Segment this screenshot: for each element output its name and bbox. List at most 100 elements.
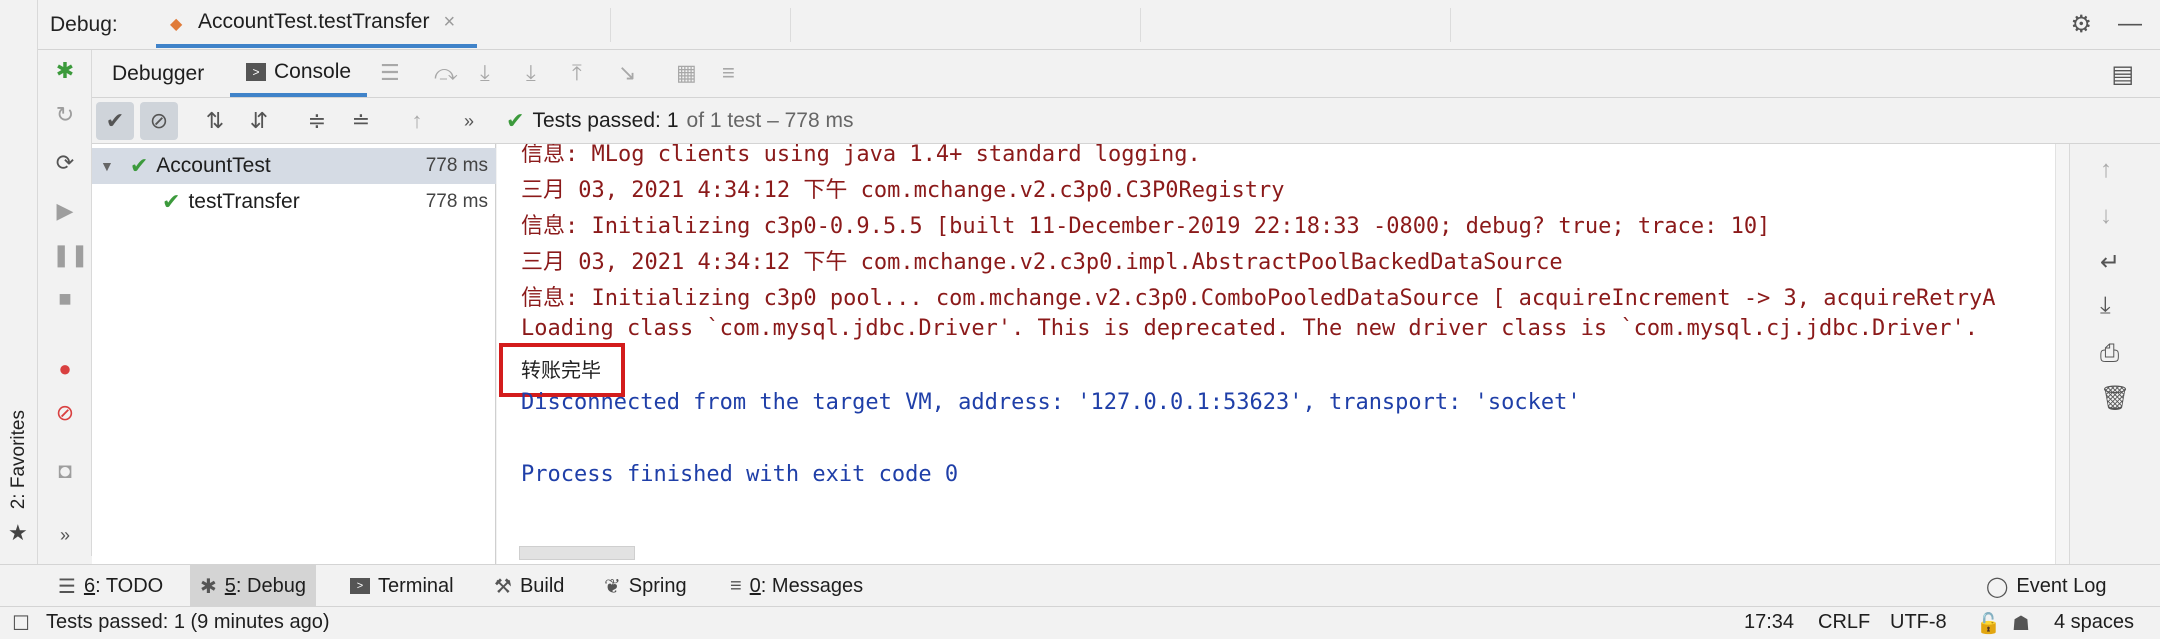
indent-setting[interactable]: 4 spaces (2054, 611, 2134, 634)
sort-duration-button[interactable]: ⇵ (240, 102, 278, 140)
debug-label: Debug: (50, 13, 118, 36)
arrow-up-icon: ↑ (411, 108, 423, 133)
trash-icon[interactable]: 🗑 (2100, 384, 2130, 413)
vertical-scrollbar[interactable] (2055, 144, 2069, 564)
force-step-into-icon[interactable]: ⤓ (526, 60, 536, 86)
rerun-icon[interactable]: ↻ (52, 102, 78, 128)
file-encoding[interactable]: UTF-8 (1890, 611, 1947, 634)
console-output[interactable]: 信息: MLog clients using java 1.4+ standar… (497, 144, 2069, 564)
debug-tool-button[interactable]: ✱ 5: Debug (190, 565, 316, 607)
todo-tool-button[interactable]: ☰ 6: TODO (48, 565, 173, 607)
lock-icon[interactable]: 🔓 (1976, 611, 2001, 636)
console-line: 信息: Initializing c3p0 pool... com.mchang… (521, 286, 1996, 311)
arrow-down-icon[interactable]: ↓ (2100, 202, 2112, 230)
todo-label: : TODO (95, 574, 164, 597)
close-icon[interactable]: × (443, 11, 455, 34)
stop-icon[interactable]: ■ (52, 286, 78, 312)
camera-icon[interactable]: ◘ (52, 458, 78, 484)
tab-console[interactable]: > Console (230, 50, 368, 97)
tests-passed-detail: of 1 test – 778 ms (686, 109, 854, 132)
favorites-tool-button[interactable]: 2: Favorites (8, 410, 30, 509)
show-ignored-button[interactable]: ⊘ (140, 102, 178, 140)
sort-alpha-button[interactable]: ⇅ (196, 102, 234, 140)
line-separator[interactable]: CRLF (1818, 611, 1870, 634)
terminal-label: Terminal (378, 574, 454, 597)
run-config-tab-label: AccountTest.testTransfer (198, 10, 430, 33)
scroll-to-end-icon[interactable]: ⤓ (2100, 292, 2111, 320)
test-config-icon: ◆ (170, 16, 183, 33)
previous-failed-button[interactable]: ↑ (398, 102, 436, 140)
tests-passed-count: 1 (666, 109, 679, 132)
terminal-tool-button[interactable]: > Terminal (340, 565, 464, 607)
step-over-icon[interactable]: ⤼ (434, 60, 458, 86)
build-label: Build (519, 574, 565, 597)
sort-alpha-icon: ⇅ (205, 108, 225, 133)
soft-wrap-icon[interactable]: ↵ (2100, 248, 2120, 277)
print-icon[interactable]: ⎙ (2100, 340, 2119, 368)
event-log-tool-button[interactable]: ◯ Event Log (1976, 565, 2116, 607)
test-runner-toolbar: ✔ ⊘ ⇅ ⇵ ≑ ≐ ↑ » ✔ Tests passed: 1 of 1 t… (92, 98, 2160, 144)
run-to-cursor-icon[interactable]: ↘ (618, 60, 636, 86)
step-out-icon[interactable]: ⤒ (572, 60, 582, 86)
gear-icon[interactable]: ⚙ (2070, 10, 2092, 39)
expand-all-button[interactable]: ≑ (298, 102, 336, 140)
more-button[interactable]: » (450, 102, 488, 140)
trace-icon[interactable]: ≡ (722, 60, 735, 86)
console-line: Disconnected from the target VM, address… (521, 390, 1581, 415)
debug-title-bar: Debug: ◆ AccountTest.testTransfer × ⚙ — (38, 0, 2160, 50)
divider (610, 8, 611, 42)
tree-item-testtransfer[interactable]: ✔ testTransfer 778 ms (92, 184, 496, 220)
arrow-up-icon[interactable]: ↑ (2100, 156, 2112, 184)
debug-subtabs: Debugger > Console ☰ ⤼ ⤓ ⤓ ⤒ ↘ ▦ ≡ ▤ (92, 50, 2160, 98)
todo-num: 6 (83, 574, 96, 597)
evaluate-icon[interactable]: ▦ (676, 60, 697, 86)
bug-icon[interactable]: ✱ (52, 58, 78, 84)
expand-arrow-icon[interactable]: ▼ (100, 158, 114, 174)
console-line: Loading class `com.mysql.jdbc.Driver'. T… (521, 316, 1978, 341)
tests-status: ✔ Tests passed: 1 of 1 test – 778 ms (506, 108, 853, 134)
console-side-toolbar: ↑ ↓ ↵ ⤓ ⎙ 🗑 (2069, 144, 2160, 564)
debug-num: 5 (224, 574, 236, 597)
tab-debugger[interactable]: Debugger (96, 50, 220, 97)
tree-item-time: 778 ms (425, 155, 488, 176)
layout-icon[interactable]: ▤ (2111, 60, 2134, 89)
inspector-icon[interactable]: ☗ (2012, 611, 2030, 636)
menu-icon[interactable]: ☰ (380, 60, 400, 86)
check-icon: ✔ (162, 189, 181, 214)
more-icon[interactable]: » (52, 522, 78, 548)
build-tool-button[interactable]: ⚒ Build (484, 565, 574, 607)
check-icon: ✔ (506, 108, 525, 133)
favorites-strip: 2: Favorites ★ (0, 0, 38, 606)
square-icon[interactable]: ☐ (12, 611, 30, 636)
resume-icon[interactable]: ▶ (52, 198, 78, 224)
step-into-icon[interactable]: ⤓ (480, 60, 490, 86)
terminal-icon: > (350, 578, 370, 594)
test-tree: ▼ ✔ AccountTest 778 ms ✔ testTransfer 77… (92, 144, 496, 564)
restore-layout-icon[interactable]: ⟳ (52, 150, 78, 176)
messages-tool-button[interactable]: ≡ 0: Messages (720, 565, 873, 607)
tab-debugger-label: Debugger (112, 61, 205, 85)
status-message[interactable]: Tests passed: 1 (9 minutes ago) (46, 611, 329, 634)
tree-item-accounttest[interactable]: ▼ ✔ AccountTest 778 ms (92, 148, 496, 184)
console-line: 信息: MLog clients using java 1.4+ standar… (521, 144, 1201, 167)
caret-position[interactable]: 17:34 (1744, 611, 1794, 634)
divider (1450, 8, 1451, 42)
tab-console-label: Console (274, 59, 352, 83)
event-log-icon: ◯ (1986, 575, 2009, 598)
spring-leaf-icon: ❦ (604, 575, 621, 598)
spring-tool-button[interactable]: ❦ Spring (594, 565, 697, 607)
view-breakpoints-icon[interactable]: ● (52, 356, 78, 382)
bug-icon: ✱ (200, 575, 217, 598)
horizontal-scrollbar[interactable] (519, 546, 635, 560)
mute-breakpoints-icon[interactable]: ⊘ (52, 400, 78, 426)
console-line: 信息: Initializing c3p0-0.9.5.5 [built 11-… (521, 214, 1771, 239)
pause-icon[interactable]: ❚❚ (52, 242, 89, 268)
minimize-icon[interactable]: — (2118, 10, 2142, 39)
spring-label: Spring (628, 574, 687, 597)
run-config-tab[interactable]: ◆ AccountTest.testTransfer × (156, 0, 478, 48)
expand-all-icon: ≑ (307, 108, 327, 133)
list-icon: ☰ (58, 575, 76, 598)
show-passed-button[interactable]: ✔ (96, 102, 134, 140)
collapse-all-button[interactable]: ≐ (342, 102, 380, 140)
star-icon[interactable]: ★ (8, 520, 28, 546)
